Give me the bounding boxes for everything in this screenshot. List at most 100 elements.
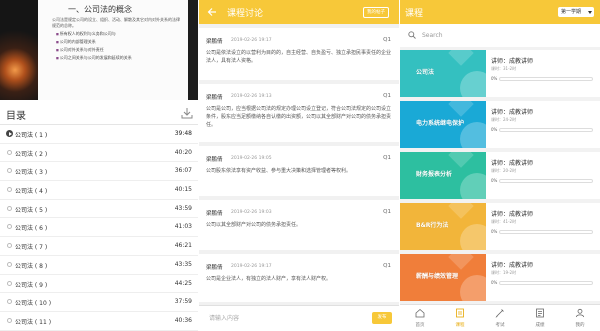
toc-item[interactable]: 公司法 ( 3 ) 36:07	[0, 162, 198, 182]
course-cover: 财务报表分析	[400, 152, 486, 199]
comment-bar: 发布	[199, 305, 399, 331]
course-cover: 公司法	[400, 50, 486, 97]
comment-floor: Q1	[383, 93, 391, 99]
circle-icon	[7, 299, 12, 305]
tab-course[interactable]: 课程	[440, 305, 480, 331]
toc-item-name: 公司法 ( 11 )	[15, 318, 52, 326]
toc-item[interactable]: 公司法 ( 7 ) 46:21	[0, 237, 198, 256]
comment-card[interactable]: 梁鹏倩 2019-02-26 19:13 Q1 公司是公司，应当根据公司法的规定办理公…	[199, 84, 399, 142]
video-edge	[188, 0, 198, 100]
course-card[interactable]: 薪酬与绩效管理 讲师：成教讲师 课时：19-2时 0%	[400, 254, 600, 301]
courses-header: 课程 第一学期	[400, 0, 600, 24]
comment-floor: Q1	[383, 209, 391, 215]
course-progress-bar	[499, 281, 593, 285]
course-card[interactable]: 财务报表分析 讲师：成教讲师 课时：20-2时 0%	[400, 152, 600, 199]
toc-header: 目录	[0, 104, 198, 124]
toc-item-duration: 41:03	[174, 223, 192, 231]
comment-input[interactable]	[205, 312, 363, 325]
back-arrow-icon[interactable]	[207, 7, 217, 17]
tab-label: 考试	[495, 323, 505, 328]
cover-decoration	[460, 173, 486, 199]
slide-bullet: 公司之间关系与公司的发展和延续的关系	[56, 54, 132, 62]
comment-time: 2019-02-26 19:17	[231, 264, 272, 269]
toc-item[interactable]: 公司法 ( 2 ) 40:20	[0, 144, 198, 163]
toc-item[interactable]: 公司法 ( 5 ) 43:59	[0, 200, 198, 219]
course-progress-text: 0%	[491, 76, 498, 81]
cover-decoration	[460, 275, 486, 301]
course-cover: 薪酬与绩效管理	[400, 254, 486, 301]
search-icon	[408, 31, 416, 39]
circle-icon	[7, 280, 12, 286]
course-card[interactable]: 电力系统继电保护 讲师：成教讲师 课时：24-2时 0%	[400, 101, 600, 148]
toc-item-duration: 36:07	[174, 167, 192, 175]
course-cover: 电力系统继电保护	[400, 101, 486, 148]
comment-user: 梁鹏倩	[206, 265, 223, 271]
search-input[interactable]	[422, 29, 592, 42]
comment-time: 2019-02-26 19:05	[231, 156, 272, 161]
term-select[interactable]: 第一学期	[558, 7, 594, 17]
slide-bullet: 公司对外关系与对外责任	[56, 46, 132, 54]
video-player[interactable]: 一、公司法的概念 公司法是规定公司的设立、组织、活动、解散及其它对内对外关系的法…	[0, 0, 198, 100]
tab-profile[interactable]: 我的	[560, 305, 600, 331]
cover-decoration	[448, 254, 474, 270]
cover-decoration	[448, 203, 474, 219]
course-info: 讲师：成教讲师 课时：31-2时 0%	[486, 50, 600, 97]
course-list-screen: 课程 第一学期 公司法讲师：成教讲师课时：31-2时0%电力系统继电保护讲师：成…	[400, 0, 600, 331]
comment-card[interactable]: 梁鹏倩 2019-02-26 19:05 Q1 公司股东依法享有资产收益、参与重大决策…	[199, 146, 399, 196]
toc-item[interactable]: 公司法 ( 11 ) 40:36	[0, 312, 198, 331]
course-class-time: 课时：20-2时	[491, 168, 517, 173]
comment-time: 2019-02-26 19:13	[231, 94, 272, 99]
comment-user: 梁鹏倩	[206, 157, 223, 163]
comment-card[interactable]: 梁鹏倩 2019-02-26 19:17 Q1 公司是依法设立的以营利为目的的，自主经…	[199, 28, 399, 80]
toc-item[interactable]: 公司法 ( 10 ) 37:59	[0, 293, 198, 312]
comment-card[interactable]: 梁鹏倩 2019-02-26 19:03 Q1 公司以其全部财产对公司的债务承担责任。	[199, 200, 399, 250]
course-class-time: 课时：24-2时	[491, 117, 517, 122]
course-class-time: 课时：31-2时	[491, 66, 517, 71]
comment-text: 公司以其全部财产对公司的债务承担责任。	[206, 222, 302, 228]
toc-item-duration: 44:25	[174, 279, 192, 287]
comment-text: 公司是公司，应当根据公司法的规定办理公司设立登记，符合公司法规定的公司设立条件，…	[206, 106, 392, 128]
comment-user: 梁鹏倩	[206, 95, 223, 101]
toc-item[interactable]: 公司法 ( 1 ) 39:48	[0, 125, 198, 144]
course-icon	[456, 308, 464, 318]
course-progress-bar	[499, 128, 593, 132]
toc-item-duration: 37:59	[174, 298, 192, 306]
toc-item-name: 公司法 ( 9 )	[15, 281, 48, 289]
comment-card[interactable]: 梁鹏倩 2019-02-26 19:17 Q1 公司是企业法人，有独立的法人财产，享有…	[199, 254, 399, 302]
cover-decoration	[448, 50, 474, 66]
slide-bullets: 所有权人的权利与义务和公司与 公司的内部管理关系 公司对外关系与对外责任 公司之…	[56, 30, 132, 62]
circle-icon	[7, 168, 12, 174]
course-info: 讲师：成教讲师 课时：19-2时 0%	[486, 254, 600, 301]
tab-grade[interactable]: 成绩	[520, 305, 560, 331]
toc-item-name: 公司法 ( 5 )	[15, 206, 48, 214]
toc-item[interactable]: 公司法 ( 9 ) 44:25	[0, 275, 198, 294]
course-cover-title: 薪酬与绩效管理	[416, 273, 459, 280]
comment-floor: Q1	[383, 37, 391, 43]
course-card[interactable]: B&R行为法 讲师：成教讲师 课时：41-2时 0%	[400, 203, 600, 250]
page-title: 课程	[405, 9, 424, 19]
toc-item-name: 公司法 ( 1 )	[15, 132, 48, 139]
toc-item[interactable]: 公司法 ( 4 ) 40:15	[0, 181, 198, 200]
download-icon[interactable]	[181, 107, 193, 119]
comment-user: 梁鹏倩	[206, 211, 223, 217]
course-progress-text: 0%	[491, 178, 498, 183]
tab-home[interactable]: 首页	[400, 305, 440, 331]
course-player-screen: 一、公司法的概念 公司法是规定公司的设立、组织、活动、解散及其它对内对外关系的法…	[0, 0, 198, 331]
course-cover-title: 公司法	[416, 69, 435, 76]
comment-floor: Q1	[383, 155, 391, 161]
toc-title: 目录	[6, 111, 26, 122]
course-teacher: 讲师：成教讲师	[491, 58, 534, 65]
publish-button[interactable]: 发布	[372, 312, 392, 324]
course-progress-text: 0%	[491, 229, 498, 234]
slide-content: 一、公司法的概念 公司法是规定公司的设立、组织、活动、解散及其它对内对外关系的法…	[38, 0, 188, 100]
comment-text: 公司是依法设立的以营利为目的的，自主经营、自负盈亏、独立承担民事责任的企业法人，…	[206, 50, 392, 64]
toc-item[interactable]: 公司法 ( 8 ) 43:35	[0, 256, 198, 275]
circle-icon	[7, 224, 12, 230]
toc-item[interactable]: 公司法 ( 6 ) 41:03	[0, 218, 198, 238]
toc-item-name: 公司法 ( 10 )	[15, 300, 52, 308]
course-card[interactable]: 公司法 讲师：成教讲师 课时：31-2时 0%	[400, 50, 600, 97]
bottom-tab-bar: 首页 课程 考试 成绩 我的	[400, 304, 600, 331]
my-posts-button[interactable]: 我的帖子	[363, 7, 389, 18]
tab-exam[interactable]: 考试	[480, 305, 520, 331]
circle-icon	[7, 317, 12, 323]
